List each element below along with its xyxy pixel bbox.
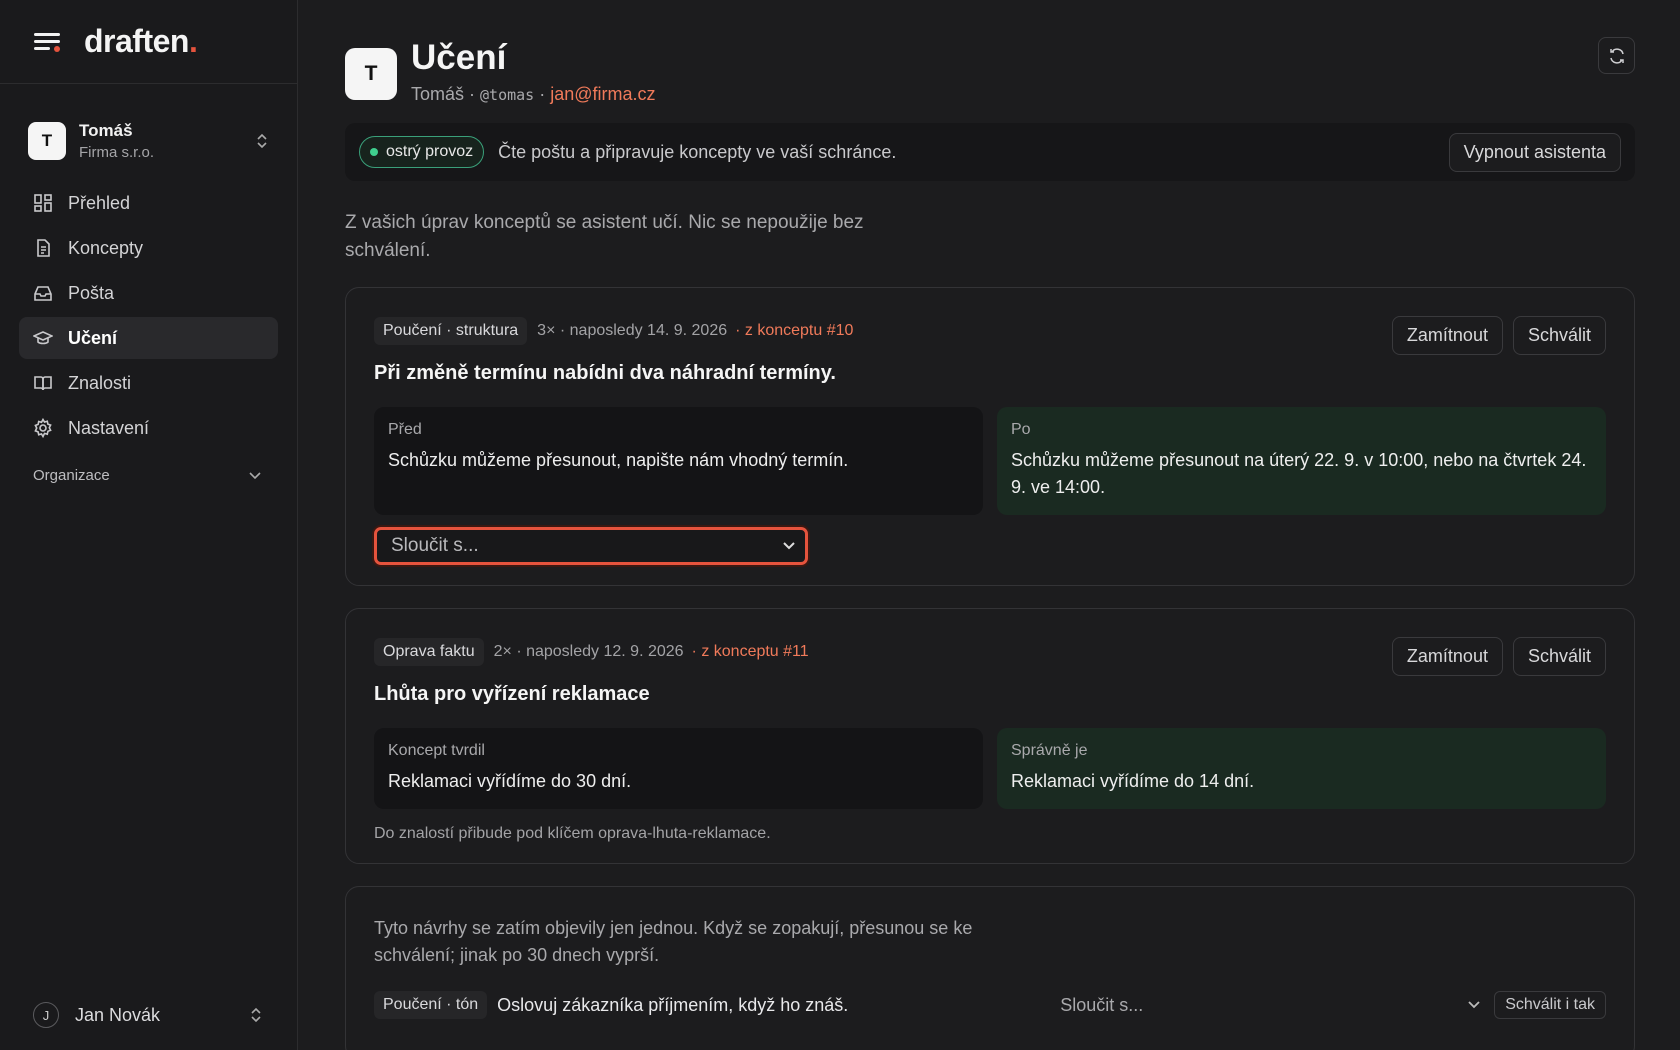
last-seen: · naposledy 12. 9. 2026 — [516, 643, 684, 660]
grid-icon — [34, 194, 52, 212]
account-org: Firma s.r.o. — [79, 144, 155, 161]
chevron-down-icon — [783, 542, 795, 550]
sidebar-item-label: Nastavení — [68, 417, 150, 438]
live-dot-icon — [370, 148, 378, 156]
learning-card: Oprava faktu 2× · naposledy 12. 9. 2026 … — [345, 608, 1635, 864]
page-title: Učení — [411, 38, 507, 77]
document-icon — [37, 239, 50, 257]
page-subtitle: Tomáš · @tomas · jan@firma.cz — [411, 84, 656, 104]
gear-icon — [34, 418, 52, 438]
sidebar-item-label: Učení — [68, 327, 118, 348]
chevron-down-icon — [1468, 1001, 1480, 1009]
reject-button[interactable]: Zamítnout — [1391, 316, 1503, 355]
sidebar-item-label: Znalosti — [68, 372, 132, 393]
before-box: Koncept tvrdil Reklamaci vyřídíme do 30 … — [374, 728, 983, 809]
merge-select-value: Sloučit s... — [391, 535, 479, 556]
sidebar-item-label: Koncepty — [68, 237, 144, 258]
after-label: Správně je — [1011, 742, 1088, 759]
pending-description: Tyto návrhy se zatím objevily jen jednou… — [374, 918, 973, 965]
sidebar-item-posta[interactable]: Pošta — [19, 272, 278, 314]
status-badge: ostrý provoz — [359, 136, 485, 168]
occurrence-count: 2× — [493, 643, 512, 660]
category-tag: Poučení · struktura — [374, 317, 528, 345]
disable-assistant-button[interactable]: Vypnout asistenta — [1448, 132, 1621, 172]
refresh-button[interactable] — [1598, 37, 1635, 74]
sidebar-item-label: Pošta — [68, 282, 115, 303]
refresh-icon — [1609, 47, 1624, 64]
sidebar-item-nastaveni[interactable]: Nastavení — [19, 407, 278, 449]
menu-icon[interactable] — [34, 31, 60, 53]
reject-button[interactable]: Zamítnout — [1391, 637, 1503, 676]
intro-text: Z vašich úprav konceptů se asistent učí.… — [345, 212, 864, 261]
merge-select[interactable]: Sloučit s... — [1060, 995, 1480, 1016]
last-seen: · naposledy 14. 9. 2026 — [559, 322, 728, 339]
status-description: Čte poštu a připravuje koncepty ve vaší … — [498, 141, 897, 162]
merge-select[interactable]: Sloučit s... — [374, 527, 808, 565]
profile-email[interactable]: jan@firma.cz — [550, 84, 655, 104]
source-draft-link[interactable]: · z konceptu #10 — [735, 322, 853, 340]
before-label: Před — [388, 421, 422, 438]
after-box: Po Schůzku můžeme přesunout na úterý 22.… — [997, 407, 1606, 515]
approve-button[interactable]: Schválit — [1512, 316, 1606, 355]
profile-avatar: T — [345, 48, 397, 100]
profile-name: Tomáš — [411, 84, 465, 104]
learning-card: Poučení · struktura 3× · naposledy 14. 9… — [345, 287, 1635, 586]
after-box: Správně je Reklamaci vyřídíme do 14 dní. — [997, 728, 1606, 809]
sidebar-item-koncepty[interactable]: Koncepty — [19, 227, 278, 269]
approve-anyway-button[interactable]: Schválit i tak — [1494, 991, 1606, 1019]
occurrence-count: 3× — [537, 322, 556, 339]
chevron-updown-icon — [251, 1007, 261, 1023]
pending-card: Tyto návrhy se zatím objevily jen jednou… — [345, 886, 1635, 1050]
page-header: T Učení Tomáš · @tomas · jan@firma.cz — [345, 0, 1635, 120]
before-text: Reklamaci vyřídíme do 30 dní. — [388, 771, 632, 791]
before-label: Koncept tvrdil — [388, 742, 485, 759]
sidebar-item-prehled[interactable]: Přehled — [19, 182, 278, 224]
pending-row: Poučení · tón Oslovuj zákazníka příjmení… — [374, 991, 1606, 1019]
category-tag: Poučení · tón — [374, 991, 488, 1019]
category-tag: Oprava faktu — [374, 638, 484, 666]
chevron-down-icon — [249, 471, 261, 479]
before-text: Schůzku můžeme přesunout, napište nám vh… — [388, 450, 849, 470]
diff-view: Koncept tvrdil Reklamaci vyřídíme do 30 … — [374, 728, 1606, 809]
sidebar-item-znalosti[interactable]: Znalosti — [19, 362, 278, 404]
after-text: Schůzku můžeme přesunout na úterý 22. 9.… — [1011, 450, 1587, 497]
account-avatar: T — [28, 122, 66, 160]
inbox-icon — [34, 286, 52, 301]
assistant-status-bar: ostrý provoz Čte poštu a připravuje konc… — [345, 123, 1635, 181]
diff-view: Před Schůzku můžeme přesunout, napište n… — [374, 407, 1606, 515]
brand-bar: draften. — [0, 0, 297, 84]
before-box: Před Schůzku můžeme přesunout, napište n… — [374, 407, 983, 515]
account-switcher[interactable]: T Tomáš Firma s.r.o. — [0, 116, 297, 166]
organization-label: Organizace — [33, 467, 110, 484]
approve-button[interactable]: Schválit — [1512, 637, 1606, 676]
user-name: Jan Novák — [75, 1004, 161, 1025]
after-text: Reklamaci vyřídíme do 14 dní. — [1011, 771, 1255, 791]
merge-select-value: Sloučit s... — [1060, 994, 1144, 1015]
book-icon — [34, 376, 52, 391]
card-title: Lhůta pro vyřízení reklamace — [374, 683, 650, 705]
user-avatar: J — [33, 1002, 59, 1028]
knowledge-note: Do znalostí přibude pod klíčem oprava-lh… — [374, 825, 771, 842]
sidebar-nav: Přehled Koncepty Pošta Učení Znalosti Na… — [0, 182, 297, 449]
card-title: Při změně termínu nabídni dva náhradní t… — [374, 362, 836, 384]
sidebar-item-uceni[interactable]: Učení — [19, 317, 278, 359]
chevron-updown-icon — [257, 133, 267, 149]
sidebar-item-label: Přehled — [68, 192, 131, 213]
account-name: Tomáš — [79, 121, 133, 140]
sidebar: draften. T Tomáš Firma s.r.o. Přehled Ko… — [0, 0, 298, 1050]
main-content: T Učení Tomáš · @tomas · jan@firma.cz os… — [345, 0, 1635, 1050]
brand-logo[interactable]: draften. — [84, 23, 198, 60]
organization-section-toggle[interactable]: Organizace — [0, 467, 297, 484]
graduation-cap-icon — [33, 331, 53, 345]
pending-suggestion: Oslovuj zákazníka příjmením, když ho zná… — [497, 994, 849, 1015]
user-menu[interactable]: J Jan Novák — [33, 1002, 263, 1028]
source-draft-link[interactable]: · z konceptu #11 — [692, 643, 809, 661]
profile-handle: @tomas — [480, 86, 535, 104]
after-label: Po — [1011, 421, 1031, 438]
